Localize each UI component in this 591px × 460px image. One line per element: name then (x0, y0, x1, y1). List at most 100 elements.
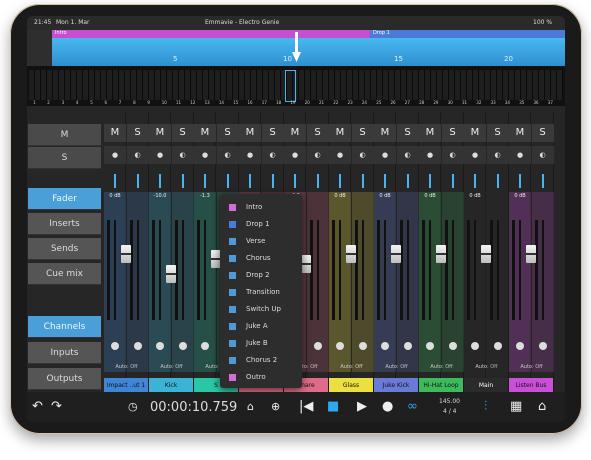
marker-drop1[interactable] (370, 30, 565, 38)
solo-button[interactable]: S (306, 124, 329, 142)
play-icon[interactable]: ▶ (357, 399, 367, 415)
solo-button[interactable]: S (351, 124, 374, 142)
marker-menu-item[interactable]: Switch Up (220, 301, 302, 318)
fader-handle[interactable] (345, 245, 356, 263)
solo-button[interactable]: S (171, 124, 194, 142)
pan-knob[interactable] (493, 342, 502, 350)
monitor-icon[interactable]: ◐ (486, 146, 509, 164)
marker-prev-icon[interactable]: ⌂ (247, 399, 254, 415)
channel-strip[interactable]: M ● 0 dB Auto: Off Main (464, 112, 508, 422)
tab-inserts[interactable]: Inserts (28, 213, 101, 235)
home-icon[interactable]: ⌂ (538, 399, 546, 415)
pan-indicator[interactable] (519, 174, 521, 188)
fader-handle[interactable] (390, 245, 401, 263)
marker-menu-item[interactable]: Verse (220, 233, 302, 250)
record-arm-icon[interactable]: ● (284, 146, 306, 164)
mute-button[interactable]: M (284, 124, 306, 142)
marker-menu-item[interactable]: Transition (220, 284, 302, 301)
pan-indicator[interactable] (429, 174, 431, 188)
channel-strip[interactable]: M ● 0 dB Auto: Off Glass (329, 112, 373, 422)
redo-icon[interactable]: ↷ (51, 399, 62, 415)
fader-track[interactable] (406, 220, 409, 320)
pan-indicator[interactable] (541, 174, 544, 188)
solo-button[interactable]: S (441, 124, 464, 142)
fader-handle[interactable] (525, 245, 536, 263)
marker-menu-item[interactable]: Chorus (220, 250, 302, 267)
pan-knob[interactable] (426, 342, 434, 350)
fader-track[interactable] (136, 220, 139, 320)
fader-handle[interactable] (300, 255, 311, 273)
pan-knob[interactable] (471, 342, 479, 350)
playhead-icon[interactable] (292, 32, 301, 64)
fader-handle[interactable] (435, 245, 446, 263)
pan-indicator[interactable] (114, 174, 116, 188)
record-arm-icon[interactable]: ● (329, 146, 351, 164)
fader-track[interactable] (181, 220, 184, 320)
tab-inputs[interactable]: Inputs (28, 342, 101, 364)
monitor-icon[interactable]: ◐ (261, 146, 284, 164)
record-arm-icon[interactable]: ● (239, 146, 261, 164)
pan-indicator[interactable] (406, 174, 409, 188)
fader-track[interactable] (429, 220, 431, 320)
marker-menu-item[interactable]: Drop 1 (220, 216, 302, 233)
monitor-icon[interactable]: ◐ (216, 146, 239, 164)
fader-track[interactable] (451, 220, 454, 320)
mute-all-button[interactable]: M (28, 124, 101, 146)
fader-handle[interactable] (210, 250, 221, 268)
pan-knob[interactable] (538, 342, 547, 350)
record-arm-icon[interactable]: ● (464, 146, 486, 164)
solo-button[interactable]: S (486, 124, 509, 142)
mute-button[interactable]: M (509, 124, 531, 142)
solo-button[interactable]: S (396, 124, 419, 142)
channel-strip[interactable]: S ◐ (525, 112, 554, 422)
record-arm-icon[interactable]: ● (149, 146, 171, 164)
pan-knob[interactable] (201, 342, 209, 350)
marker-menu-item[interactable]: Intro (220, 199, 302, 216)
pan-knob[interactable] (156, 342, 164, 350)
channel-strip[interactable]: M ● 0 dB Auto: Off Juke Kick (374, 112, 418, 422)
solo-button[interactable]: S (216, 124, 239, 142)
pan-knob[interactable] (133, 342, 142, 350)
fader-track[interactable] (496, 220, 499, 320)
channel-strip[interactable]: S ◐ (345, 112, 374, 422)
record-arm-icon[interactable]: ● (194, 146, 216, 164)
fader-track[interactable] (114, 220, 116, 320)
record-arm-icon[interactable]: ● (374, 146, 396, 164)
pan-indicator[interactable] (496, 174, 499, 188)
pan-indicator[interactable] (361, 174, 364, 188)
fader-track[interactable] (541, 220, 544, 320)
channel-strip[interactable]: S ◐ (300, 112, 329, 422)
solo-button[interactable]: S (126, 124, 149, 142)
marker-menu-item[interactable]: Outro (220, 369, 302, 386)
solo-button[interactable]: S (261, 124, 284, 142)
record-arm-icon[interactable]: ● (104, 146, 126, 164)
tab-channels[interactable]: Channels (28, 316, 101, 338)
pan-indicator[interactable] (204, 174, 206, 188)
tab-cue-mix[interactable]: Cue mix (28, 263, 101, 285)
fader-track[interactable] (316, 220, 319, 320)
solo-button[interactable]: S (531, 124, 554, 142)
channel-strip[interactable]: M ● 0 dB Auto: Off Listen Bus (509, 112, 553, 422)
undo-icon[interactable]: ↶ (32, 399, 43, 415)
channel-strip[interactable]: S ◐ (435, 112, 464, 422)
mute-button[interactable]: M (239, 124, 261, 142)
fader-track[interactable] (474, 220, 476, 320)
monitor-icon[interactable]: ◐ (171, 146, 194, 164)
marker-menu-item[interactable]: Juke A (220, 318, 302, 335)
fader-track[interactable] (519, 220, 521, 320)
fader-track[interactable] (339, 220, 341, 320)
monitor-icon[interactable]: ◐ (351, 146, 374, 164)
mute-button[interactable]: M (464, 124, 486, 142)
time-signature[interactable]: 4 / 4 (443, 408, 456, 415)
mute-button[interactable]: M (194, 124, 216, 142)
mute-button[interactable]: M (374, 124, 396, 142)
pan-knob[interactable] (178, 342, 187, 350)
pan-indicator[interactable] (384, 174, 386, 188)
mixer-icon[interactable]: ⫶ (484, 399, 487, 415)
channel-strip[interactable]: M ● 0 dB Auto: Off Impact ..ut 1 (104, 112, 148, 422)
pan-indicator[interactable] (159, 174, 161, 188)
pan-indicator[interactable] (136, 174, 139, 188)
mute-button[interactable]: M (104, 124, 126, 142)
pan-indicator[interactable] (249, 174, 251, 188)
piano-keyboard[interactable]: 1 2 3 4 5 6 7 8 9 10 11 12 13 14 15 16 17 18 19 20 21 22 23 24 2… (27, 66, 565, 106)
